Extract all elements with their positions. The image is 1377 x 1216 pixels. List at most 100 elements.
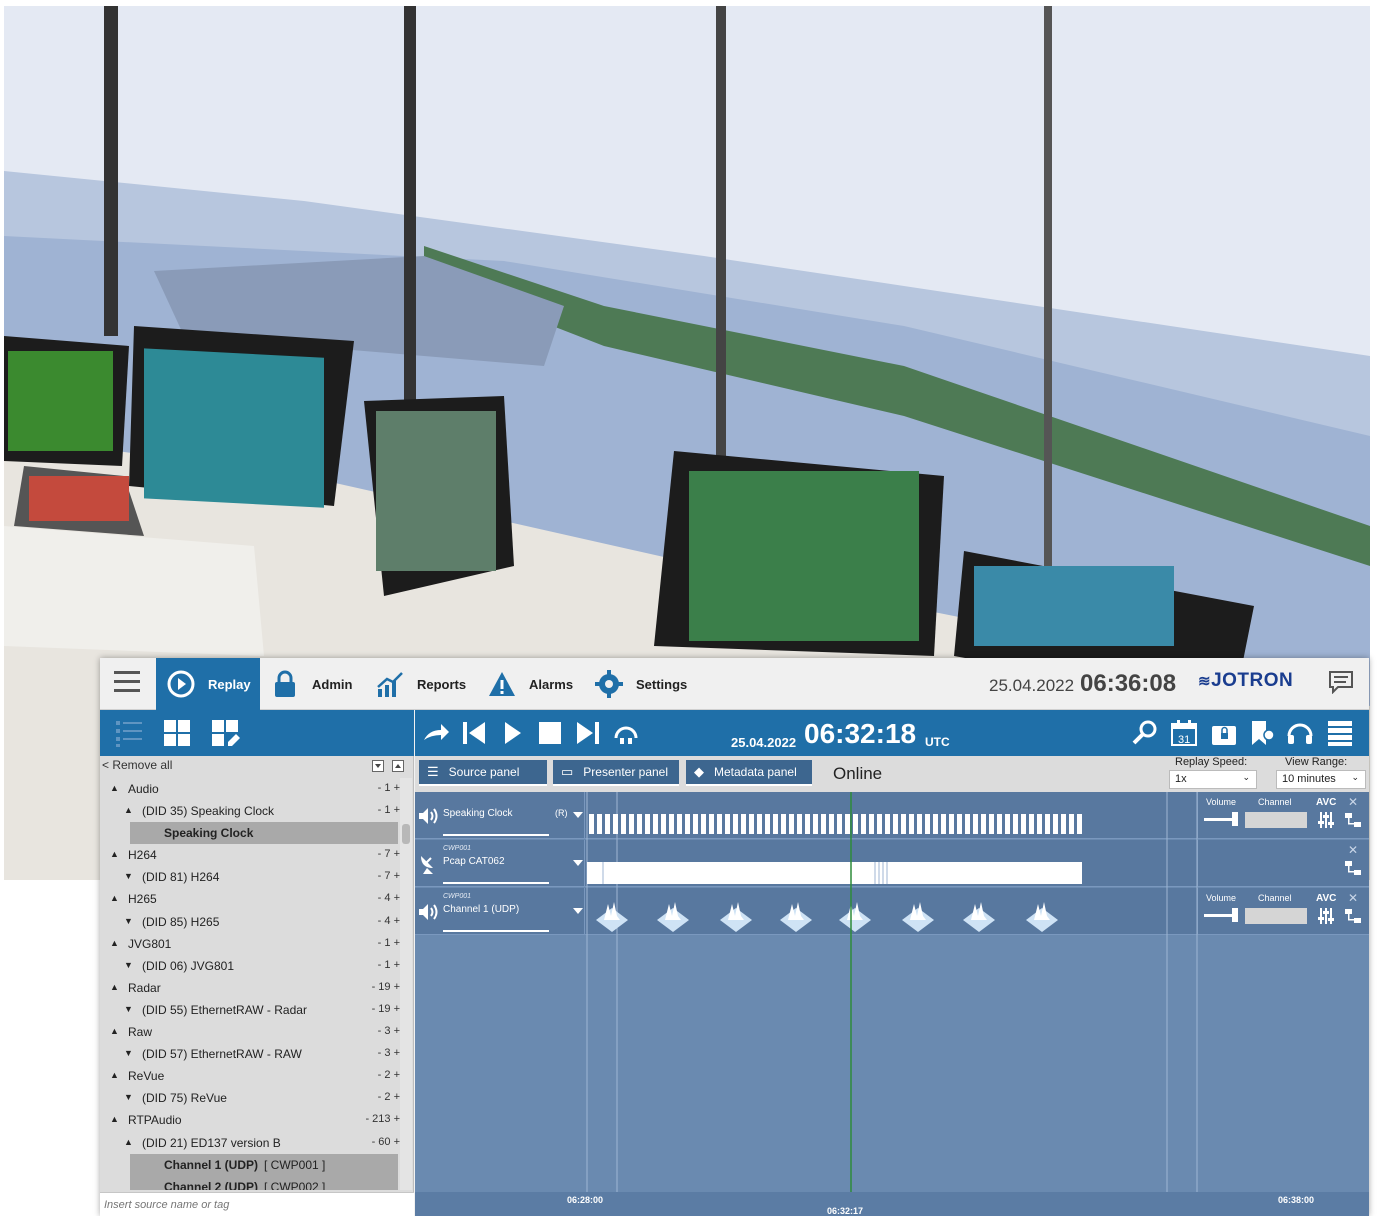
metadata-panel-button[interactable]: ◆ Metadata panel <box>686 760 812 786</box>
source-tree-item[interactable]: ▼ (DID 06) JVG801 - 1 + <box>100 955 400 977</box>
collapse-arrow-icon[interactable]: ▲ <box>124 805 133 815</box>
source-tree-item[interactable]: ▲ (DID 35) Speaking Clock - 1 + <box>100 800 400 822</box>
source-tree-item[interactable]: Channel 2 (UDP) [ CWP002 ] <box>130 1175 398 1190</box>
collapse-arrow-icon[interactable]: ▲ <box>110 1114 119 1124</box>
source-tree-item[interactable]: ▲ Raw - 3 + <box>100 1021 400 1043</box>
loop-playback-icon[interactable] <box>611 718 641 748</box>
source-tree-item[interactable]: ▲ ReVue - 2 + <box>100 1065 400 1087</box>
list-view-icon[interactable] <box>114 718 144 748</box>
speaking-clock-bar <box>693 814 698 834</box>
export-list-icon[interactable] <box>1325 718 1355 748</box>
collapse-arrow-icon[interactable]: ▲ <box>110 982 119 992</box>
source-count-stepper[interactable]: - 60 + <box>344 1136 400 1148</box>
source-tree-label: ReVue <box>128 1069 165 1084</box>
scrollbar-thumb[interactable] <box>402 824 410 844</box>
source-tree-item[interactable]: ▲ H264 - 7 + <box>100 844 400 866</box>
collapse-arrow-icon[interactable]: ▲ <box>110 1070 119 1080</box>
speaking-clock-bar <box>965 814 970 834</box>
source-count-stepper[interactable]: - 19 + <box>344 981 400 993</box>
bookmark-settings-icon[interactable] <box>1247 718 1277 748</box>
speaking-clock-bar <box>805 814 810 834</box>
source-count-stepper[interactable]: - 1 + <box>344 782 400 794</box>
source-count-stepper[interactable]: - 4 + <box>344 915 400 927</box>
remove-all-button[interactable]: < Remove all <box>102 758 172 776</box>
nav-reports[interactable]: Reports <box>375 658 466 710</box>
source-tree-item[interactable]: Channel 1 (UDP) [ CWP001 ] <box>130 1153 398 1176</box>
lock-folder-icon[interactable] <box>1209 718 1239 748</box>
time-tick-end: 06:38:00 <box>1278 1195 1315 1205</box>
speaking-clock-bar <box>869 814 874 834</box>
source-tree-item[interactable]: ▲ Audio - 1 + <box>100 778 400 800</box>
nav-alarms[interactable]: Alarms <box>487 658 573 710</box>
source-tree-scrollbar[interactable] <box>400 778 412 1190</box>
collapse-arrow-icon[interactable]: ▲ <box>110 893 119 903</box>
grid-view-icon[interactable] <box>162 718 192 748</box>
headset-icon[interactable] <box>1285 718 1315 748</box>
source-count-stepper[interactable]: - 7 + <box>344 870 400 882</box>
collapse-arrow-icon[interactable]: ▲ <box>110 783 119 793</box>
source-panel-button[interactable]: ☰ Source panel <box>419 760 547 786</box>
source-tree-item[interactable]: ▲ Radar - 19 + <box>100 977 400 999</box>
expand-arrow-icon[interactable]: ▼ <box>124 960 133 970</box>
speaking-clock-bar <box>901 814 906 834</box>
source-count-stepper[interactable]: - 1 + <box>344 959 400 971</box>
collapse-arrow-icon[interactable]: ▲ <box>110 938 119 948</box>
live-arrow-icon[interactable] <box>421 718 451 748</box>
source-count-stepper[interactable]: - 2 + <box>344 1091 400 1103</box>
source-tree-item[interactable]: Speaking Clock <box>130 822 398 845</box>
source-tree-item[interactable]: ▼ (DID 75) ReVue - 2 + <box>100 1087 400 1109</box>
skip-back-icon[interactable] <box>459 718 489 748</box>
source-panel: < Remove all ▲ Audio - 1 + ▲ (DID 35) Speaki… <box>100 756 414 1216</box>
source-count-stepper[interactable]: - 4 + <box>344 892 400 904</box>
timeline-area[interactable]: Speaking Clock (R) Volume Channel AVC ✕ CWP001… <box>415 792 1369 1216</box>
zoom-search-icon[interactable] <box>1130 718 1160 748</box>
source-count-stepper[interactable]: - 2 + <box>344 1069 400 1081</box>
collapse-all-icon[interactable] <box>372 760 384 772</box>
source-tree-item[interactable]: ▼ (DID 57) EthernetRAW - RAW - 3 + <box>100 1043 400 1065</box>
message-icon[interactable] <box>1328 670 1354 694</box>
source-count-stepper[interactable]: - 1 + <box>344 804 400 816</box>
nav-settings[interactable]: Settings <box>594 658 687 710</box>
source-tree-item[interactable]: ▼ (DID 81) H264 - 7 + <box>100 866 400 888</box>
source-count-stepper[interactable]: - 3 + <box>344 1025 400 1037</box>
speaking-clock-bar <box>653 814 658 834</box>
source-tree-label: H265 <box>128 892 157 907</box>
source-tree-item[interactable]: ▲ JVG801 - 1 + <box>100 933 400 955</box>
skip-forward-icon[interactable] <box>573 718 603 748</box>
source-tree-item[interactable]: ▲ (DID 21) ED137 version B - 60 + <box>100 1132 400 1154</box>
source-count-stepper[interactable]: - 213 + <box>344 1113 400 1125</box>
expand-arrow-icon[interactable]: ▼ <box>124 1048 133 1058</box>
play-icon[interactable] <box>497 718 527 748</box>
expand-arrow-icon[interactable]: ▼ <box>124 916 133 926</box>
nav-replay[interactable]: Replay <box>156 658 260 710</box>
source-count-stepper[interactable]: - 7 + <box>344 848 400 860</box>
collapse-arrow-icon[interactable]: ▲ <box>110 849 119 859</box>
source-tree-label: JVG801 <box>128 936 172 951</box>
collapse-arrow-icon[interactable]: ▲ <box>110 1026 119 1036</box>
source-tree-item[interactable]: ▲ H265 - 4 + <box>100 888 400 910</box>
collapse-arrow-icon[interactable]: ▲ <box>124 1137 133 1147</box>
source-count-stepper[interactable]: - 1 + <box>344 937 400 949</box>
source-tree-item[interactable]: ▼ (DID 85) H265 - 4 + <box>100 911 400 933</box>
expand-arrow-icon[interactable]: ▼ <box>124 1004 133 1014</box>
expand-all-icon[interactable] <box>392 760 404 772</box>
source-search-input[interactable] <box>104 1196 404 1214</box>
source-tree-label: (DID 81) H264 <box>142 870 220 885</box>
expand-arrow-icon[interactable]: ▼ <box>124 871 133 881</box>
speaking-clock-bar <box>733 814 738 834</box>
source-tree-item[interactable]: ▼ (DID 55) EthernetRAW - Radar - 19 + <box>100 999 400 1021</box>
speaking-clock-bar <box>925 814 930 834</box>
expand-arrow-icon[interactable]: ▼ <box>124 1092 133 1102</box>
speaking-clock-bar <box>789 814 794 834</box>
calendar-icon[interactable]: 31 <box>1169 718 1199 748</box>
stop-icon[interactable] <box>535 718 565 748</box>
hamburger-menu-icon[interactable] <box>114 671 140 693</box>
grid-edit-icon[interactable] <box>210 718 240 748</box>
source-count-stepper[interactable]: - 19 + <box>344 1003 400 1015</box>
replay-speed-select[interactable]: 1x ⌄ <box>1169 770 1257 789</box>
source-tree-item[interactable]: ▲ RTPAudio - 213 + <box>100 1109 400 1131</box>
presenter-panel-button[interactable]: ▭ Presenter panel <box>553 760 679 786</box>
source-count-stepper[interactable]: - 3 + <box>344 1047 400 1059</box>
view-range-select[interactable]: 10 minutes ⌄ <box>1276 770 1366 789</box>
nav-admin[interactable]: Admin <box>270 658 352 710</box>
